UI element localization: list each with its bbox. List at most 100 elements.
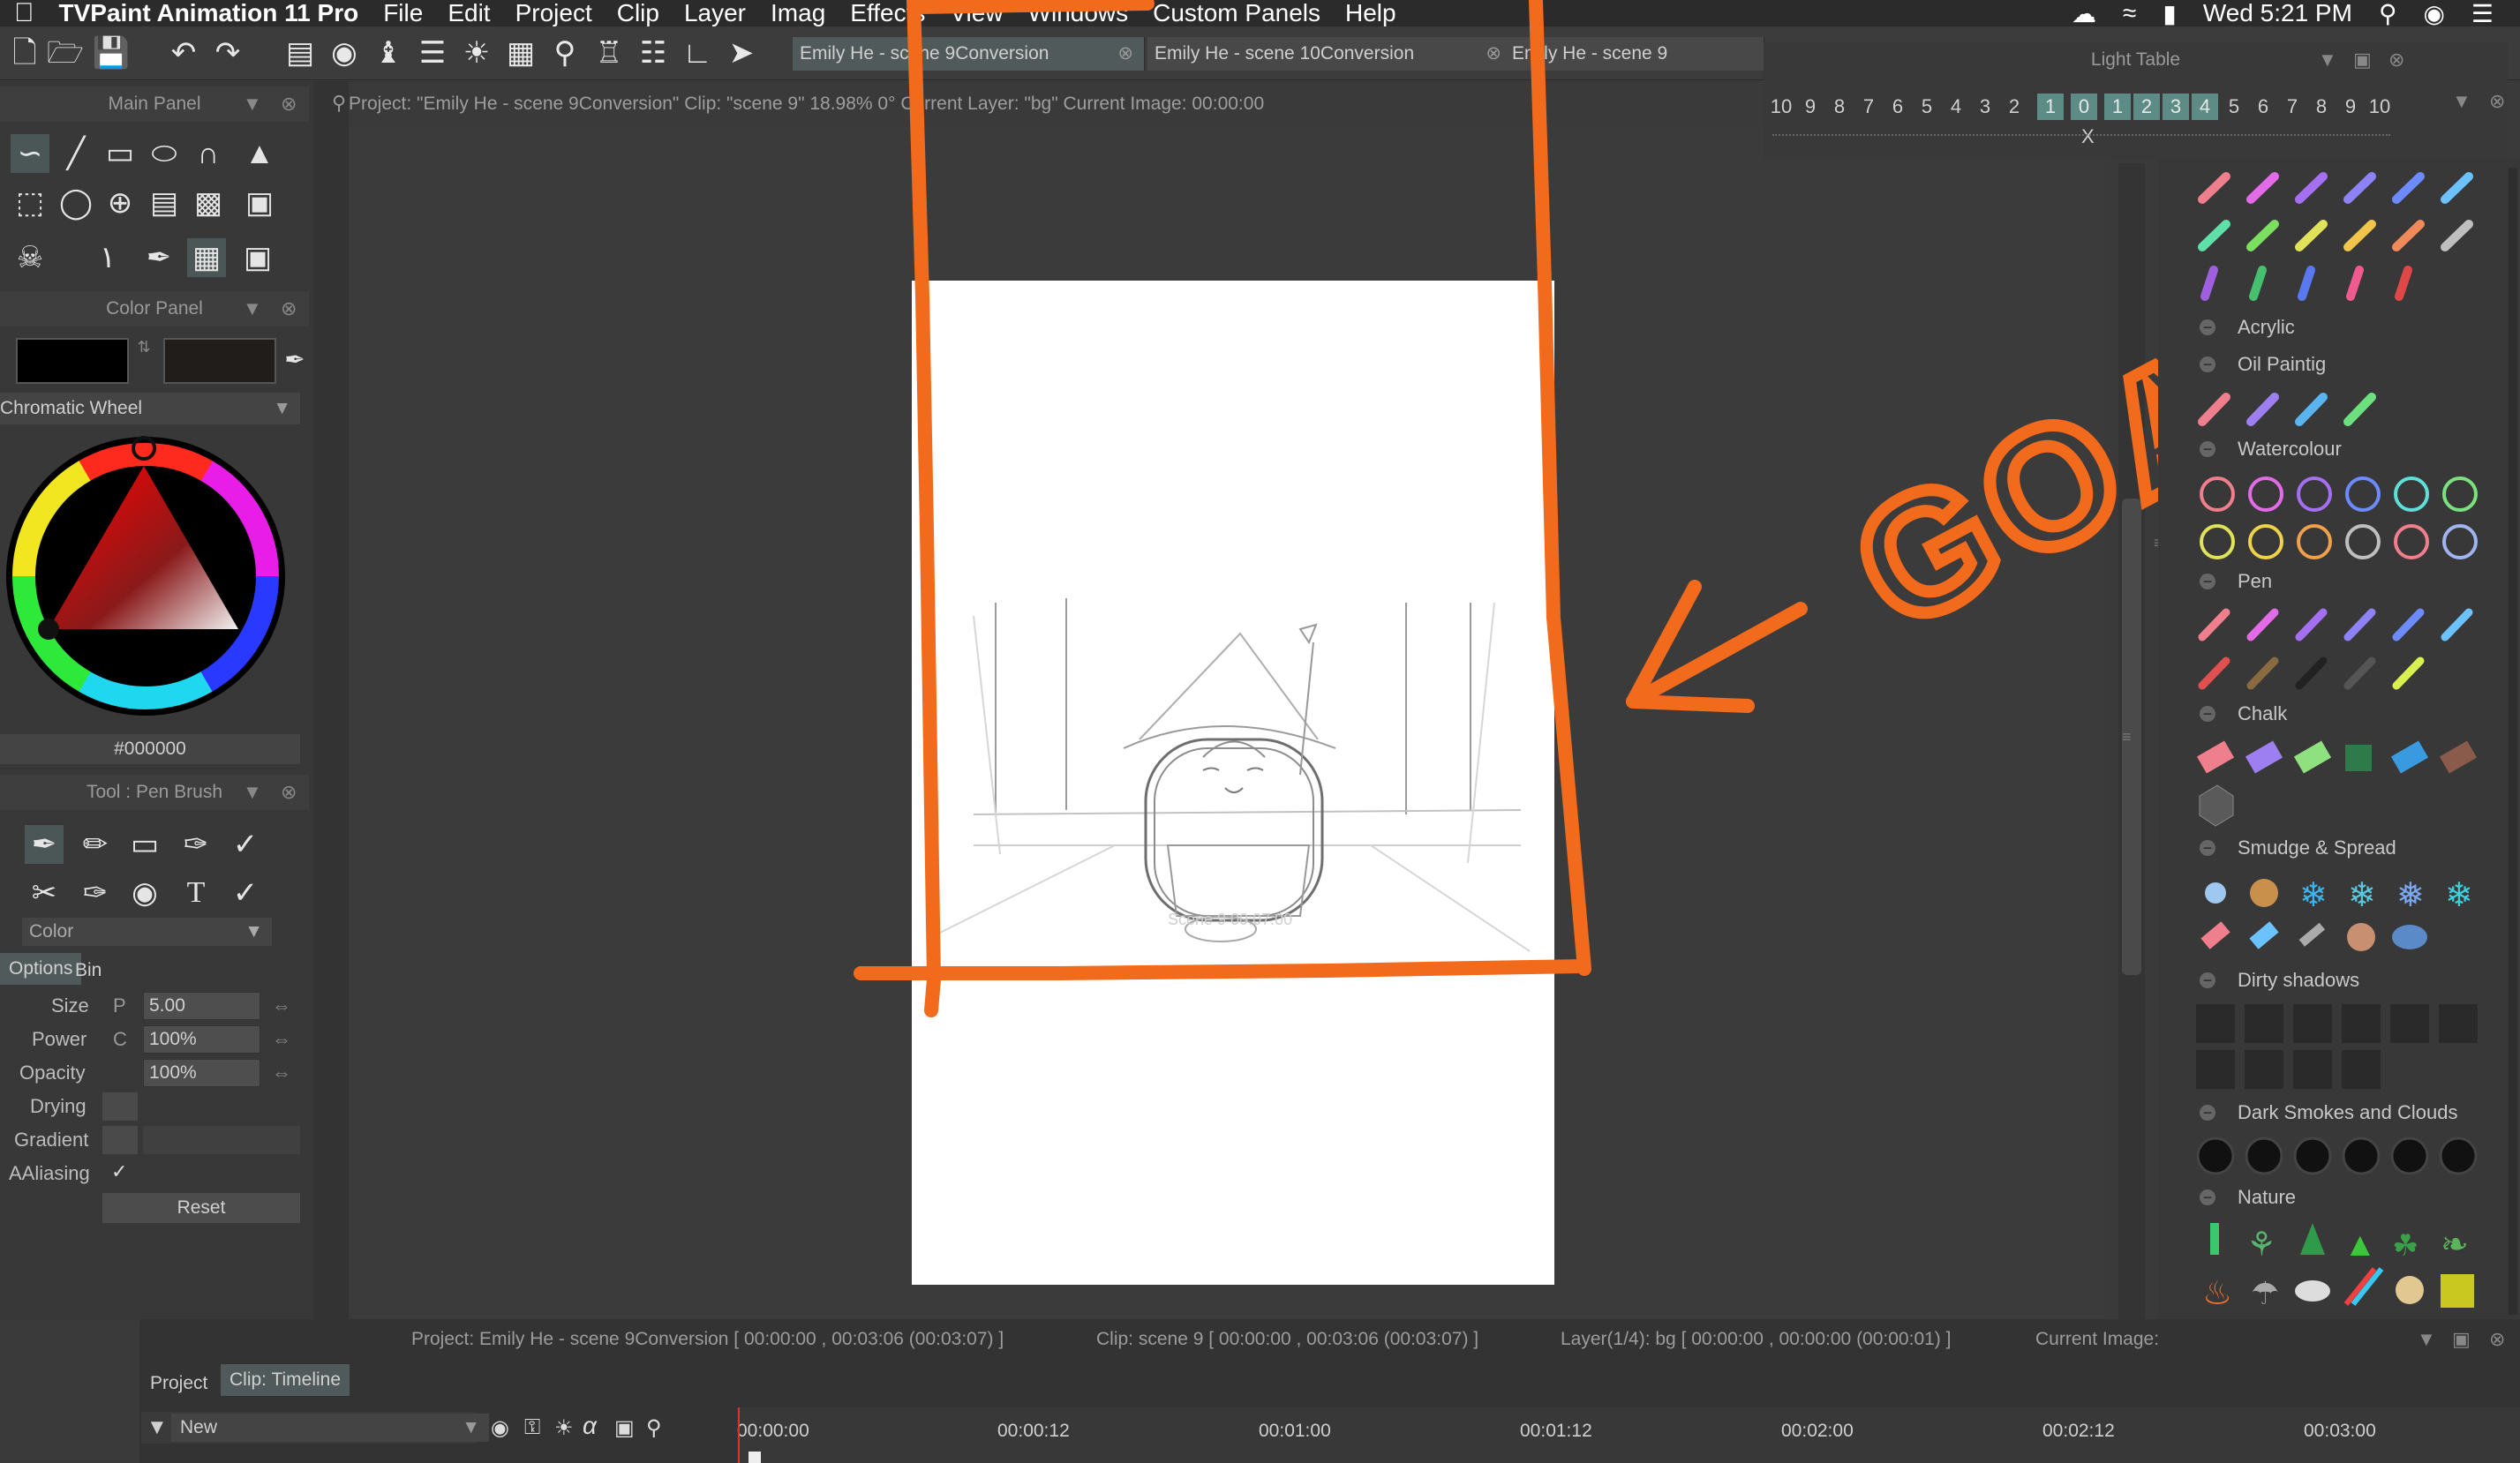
category-dark-smokes[interactable]: Dark Smokes and Clouds [2238,1101,2457,1124]
brush-panel-scrollbar[interactable] [2509,168,2517,1315]
arc-tool-icon[interactable]: ∩ [189,134,228,173]
color-mode-dropdown[interactable]: Chromatic Wheel ▼ [0,393,300,424]
rect-selection-icon[interactable]: ⬚ [11,184,49,222]
category-watercolour[interactable]: Watercolour [2238,438,2342,461]
current-frame-marker[interactable] [748,1452,761,1463]
power-mode[interactable]: C [113,1028,127,1051]
reset-button[interactable]: Reset [102,1193,300,1223]
doc-tab-scene10conversion[interactable]: Emily He - scene 10Conversion ⊗ [1147,37,1513,71]
toolbox-icon[interactable]: ▤ [281,34,320,72]
category-dirty-shadows[interactable]: Dirty shadows [2238,969,2359,992]
category-collapse-icon[interactable]: − [2200,574,2215,589]
lasso-selection-icon[interactable]: ◯ [56,184,95,222]
selection-icon[interactable]: ▣ [614,1415,635,1441]
special-brush-icon[interactable]: ✓ [226,874,265,912]
pen-brush-icon[interactable]: ✒ [25,825,64,864]
menu-custom-panels[interactable]: Custom Panels [1153,0,1320,27]
fill-tool-icon[interactable]: ▲ [240,134,279,173]
collapse-icon[interactable]: ▼ [2318,42,2337,78]
canvas-resize-handle-icon[interactable]: ≡ [2122,728,2141,746]
hex-color-field[interactable]: #000000 [0,734,300,764]
drying-toggle[interactable] [102,1092,138,1121]
alpha-icon[interactable]: α [583,1412,597,1440]
secondary-color-swatch[interactable] [163,338,276,384]
paint-brush-icon[interactable]: ✑ [76,874,115,912]
lt-frame[interactable]: 7 [1855,94,1882,120]
lt-frame[interactable]: 4 [2192,94,2218,120]
collapse-icon[interactable]: ▼ [2417,1328,2436,1351]
warp-icon[interactable]: ▩ [189,184,228,222]
menu-file[interactable]: File [383,0,423,27]
library-icon[interactable]: ☷ [634,34,673,72]
menu-project[interactable]: Project [515,0,592,27]
battery-icon[interactable]: ▮ [2163,0,2176,28]
size-stepper-icon[interactable]: ⇔ [272,994,291,1017]
category-collapse-icon[interactable]: − [2200,706,2215,722]
transform-icon[interactable]: ⊕ [101,184,139,222]
lt-frame[interactable]: 8 [2308,94,2335,120]
menu-help[interactable]: Help [1345,0,1396,27]
close-icon[interactable]: ⊗ [281,291,297,326]
lt-frame[interactable]: 5 [1914,94,1940,120]
size-field[interactable]: 5.00 [143,992,260,1020]
close-tab-icon[interactable]: ⊗ [1117,37,1133,71]
lt-frame-current[interactable]: 0 [2071,94,2097,120]
stamp-icon[interactable]: ♝ [369,34,408,72]
airbrush-icon[interactable]: ✓ [226,825,265,864]
tool-color-dropdown[interactable]: Color ▼ [22,918,272,946]
new-layer-icon[interactable]: ▼ [147,1415,168,1440]
freehand-line-icon[interactable]: ∽ [11,134,49,173]
open-folder-icon[interactable]: 🗁 [46,34,85,72]
collapse-icon[interactable]: ▼ [243,86,262,122]
lt-frame[interactable]: 9 [2337,94,2364,120]
ellipse-tool-icon[interactable]: ⬭ [145,134,184,173]
category-collapse-icon[interactable]: − [2200,840,2215,856]
send-icon[interactable]: ➤ [722,34,761,72]
close-icon[interactable]: ⊗ [281,775,297,810]
category-oil-painting[interactable]: Oil Paintig [2238,353,2326,376]
clock[interactable]: Wed 5:21 PM [2203,0,2352,27]
lt-frame[interactable]: 9 [1797,94,1824,120]
paper-icon[interactable]: ▦ [187,238,226,277]
lt-frame[interactable]: 6 [2250,94,2276,120]
lt-frame[interactable]: 7 [2279,94,2306,120]
size-mode[interactable]: P [113,994,126,1017]
puppet-icon[interactable]: ♖ [590,34,628,72]
new-document-icon[interactable]: 🗋 [5,34,44,72]
graph-icon[interactable]: ∟ [678,34,717,72]
lt-frame[interactable]: 5 [2221,94,2247,120]
undo-icon[interactable]: ↶ [164,34,203,72]
light-bulb-icon[interactable]: ☀ [457,34,496,72]
pen-nib-icon[interactable]: ✒ [139,238,178,277]
lock-icon[interactable]: ⚿ [524,1415,540,1440]
new-layer-dropdown[interactable]: New ▼ [171,1414,489,1442]
line-tool-icon[interactable]: ╱ [56,134,95,173]
doc-tab-scene9conversion[interactable]: Emily He - scene 9Conversion ⊗ [793,37,1145,71]
color-wheel-icon[interactable]: ◉ [325,34,364,72]
power-field[interactable]: 100% [143,1025,260,1054]
close-icon[interactable]: ⊗ [2489,1328,2505,1351]
wifi-icon[interactable]: ≈ [2123,0,2136,27]
swap-colors-icon[interactable]: ⇅ [132,338,155,380]
lt-frame[interactable]: 3 [1972,94,1998,120]
lt-frame[interactable]: 8 [1826,94,1853,120]
close-tab-icon[interactable]: ⊗ [1486,37,1501,71]
menu-edit[interactable]: Edit [448,0,490,27]
apple-menu-icon[interactable]:  [14,0,34,28]
menu-effects[interactable]: Effects [850,0,925,27]
collapse-icon[interactable]: ▼ [2452,90,2471,113]
maximize-icon[interactable]: ▣ [2353,42,2372,78]
category-collapse-icon[interactable]: − [2200,972,2215,988]
lt-frame[interactable]: 4 [1943,94,1969,120]
rectangle-tool-icon[interactable]: ▭ [101,134,139,173]
panel-config-icon[interactable]: ▣ [238,238,277,277]
lt-frame[interactable]: 1 [2104,94,2131,120]
scissors-icon[interactable]: ✂ [25,874,64,912]
gradient-field[interactable] [143,1126,300,1154]
tab-clip-timeline[interactable]: Clip: Timeline [221,1364,350,1396]
category-collapse-icon[interactable]: − [2200,441,2215,457]
save-icon[interactable]: 💾 [92,34,131,72]
category-pen[interactable]: Pen [2238,570,2272,593]
redo-icon[interactable]: ↷ [208,34,247,72]
lt-frame[interactable]: 2 [2133,94,2160,120]
